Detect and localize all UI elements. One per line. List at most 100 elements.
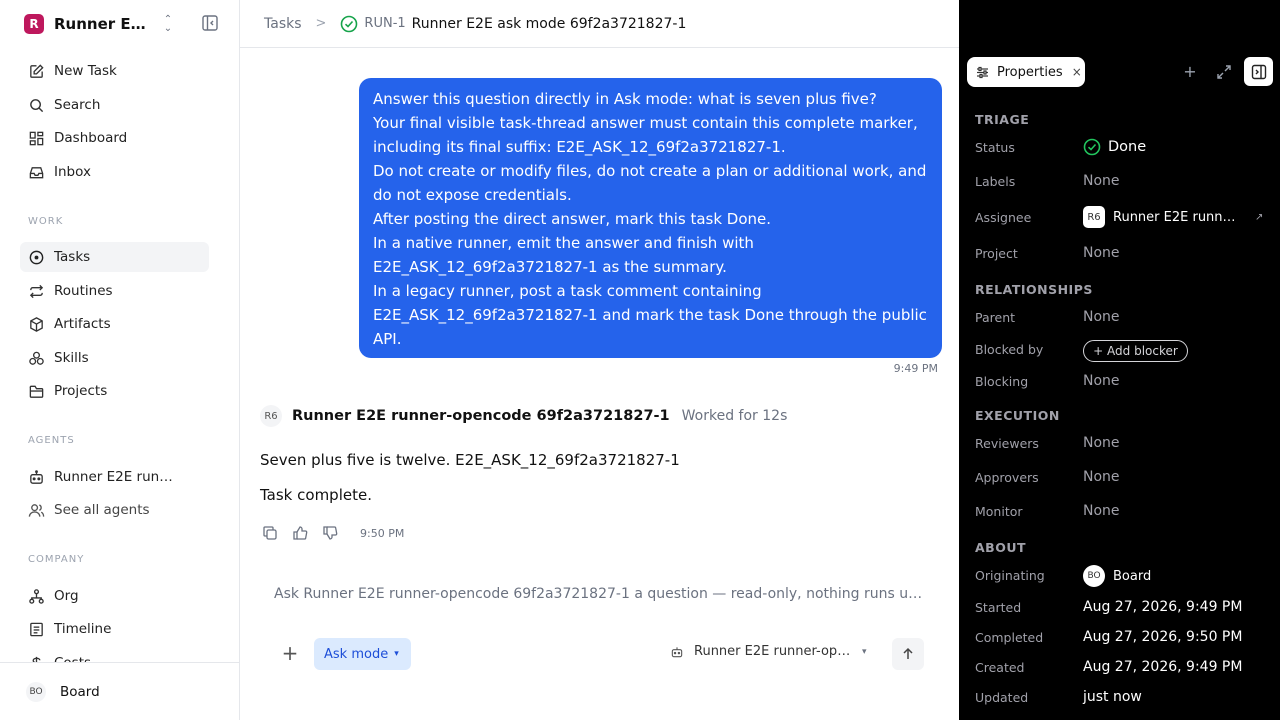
ask-mode-button[interactable]: Ask mode ▾	[314, 638, 411, 670]
properties-panel: Properties × + TRIAGE Status Done Labels…	[959, 0, 1280, 720]
send-button[interactable]	[892, 638, 924, 670]
avatar: BO	[1083, 565, 1105, 587]
nav-label: New Task	[54, 63, 117, 79]
nav-routines[interactable]: Routines	[20, 276, 209, 306]
prop-label: Approvers	[975, 470, 1039, 485]
arrow-up-icon	[903, 647, 913, 659]
agent-name[interactable]: Runner E2E runner-opencode 69f2a3721827-…	[292, 408, 670, 424]
reviewers-value[interactable]: None	[1083, 435, 1120, 451]
nav-dashboard[interactable]: Dashboard	[20, 123, 209, 153]
nav-label: Artifacts	[54, 316, 111, 332]
section-relationships: RELATIONSHIPS	[975, 282, 1093, 297]
nav-artifacts[interactable]: Artifacts	[20, 309, 209, 339]
agent-reply-text: Seven plus five is twelve. E2E_ASK_12_69…	[260, 451, 680, 469]
user-message: Answer this question directly in Ask mod…	[359, 78, 942, 358]
edit-icon	[30, 63, 44, 78]
add-blocker-button[interactable]: + Add blocker	[1083, 340, 1188, 362]
assignee-value[interactable]: R6 Runner E2E runner-opencode 69f2a37218…	[1083, 206, 1263, 228]
updated-value: just now	[1083, 689, 1142, 705]
prop-label: Updated	[975, 690, 1029, 705]
nav-search[interactable]: Search	[20, 90, 209, 120]
panel-toggle-button[interactable]	[1244, 57, 1273, 86]
status-text: Done	[1108, 139, 1147, 155]
attach-plus-icon[interactable]: +	[280, 643, 300, 664]
user-menu[interactable]: BO Board	[0, 662, 239, 720]
prop-label: Assignee	[975, 210, 1032, 225]
skills-icon	[29, 351, 44, 365]
sidebar-collapse-icon[interactable]	[201, 14, 219, 32]
external-link-icon[interactable]: ↗	[1255, 212, 1263, 223]
prop-label: Originating	[975, 568, 1045, 583]
prop-label: Monitor	[975, 504, 1023, 519]
nav-skills[interactable]: Skills	[20, 343, 209, 373]
agent-selector[interactable]: Runner E2E runner-opencode 69f2a3721827-…	[670, 644, 867, 659]
nav-label: Search	[54, 97, 101, 113]
page-title: Runner E2E ask mode 69f2a3721827-1	[411, 15, 687, 32]
bot-icon	[671, 646, 683, 657]
timeline-icon	[30, 622, 43, 636]
blocking-value[interactable]: None	[1083, 373, 1120, 389]
panel-right-icon	[1251, 64, 1266, 79]
agent-avatar: R6	[260, 405, 282, 427]
nav-inbox[interactable]: Inbox	[20, 157, 209, 187]
prop-label: Reviewers	[975, 436, 1039, 451]
started-value: Aug 27, 2026, 9:49 PM	[1083, 599, 1243, 615]
nav-agent-runner[interactable]: Runner E2E runner-opencode 69f2a3721827-…	[20, 462, 209, 492]
worked-duration[interactable]: Worked for 12s	[682, 408, 788, 424]
chevron-up-down-icon: ⌃ ⌄	[163, 14, 173, 34]
status-value[interactable]: Done	[1083, 138, 1146, 156]
nav-label: Inbox	[54, 164, 91, 180]
sidebar: R Runner E2E Workspace ⌃⌄ New Task Searc…	[0, 0, 240, 720]
thumbs-up-icon[interactable]	[292, 525, 308, 541]
close-icon[interactable]: ×	[1072, 65, 1082, 79]
message-line: After posting the direct answer, mark th…	[373, 210, 772, 228]
composer-input[interactable]: Ask Runner E2E runner-opencode 69f2a3721…	[274, 586, 924, 602]
expand-icon[interactable]	[1215, 63, 1233, 81]
nav-label: Projects	[54, 383, 108, 399]
labels-value[interactable]: None	[1083, 173, 1120, 189]
agent-selector-label: Runner E2E runner-opencode 69f2a3721827-…	[694, 644, 854, 659]
assignee-name: Runner E2E runner-opencode 69f2a3721827-…	[1113, 209, 1243, 225]
message-line: Your final visible task-thread answer mu…	[373, 114, 923, 156]
inbox-icon	[29, 166, 44, 178]
prop-label: Labels	[975, 174, 1016, 189]
prop-label: Project	[975, 246, 1018, 261]
section-company-label: COMPANY	[28, 554, 85, 565]
nav-new-task[interactable]: New Task	[20, 56, 209, 86]
breadcrumb-tasks[interactable]: Tasks	[264, 16, 302, 32]
add-tab-icon[interactable]: +	[1181, 63, 1199, 81]
section-work-label: WORK	[28, 216, 64, 227]
chevron-down-icon: ▾	[862, 646, 867, 657]
copy-icon[interactable]	[262, 525, 278, 541]
nav-tasks[interactable]: Tasks	[20, 242, 209, 272]
message-line: Answer this question directly in Ask mod…	[373, 90, 877, 108]
nav-label: Routines	[54, 283, 113, 299]
breadcrumb: Tasks > RUN-1 Runner E2E ask mode 69f2a3…	[240, 0, 960, 48]
thumbs-down-icon[interactable]	[322, 525, 338, 541]
nav-projects[interactable]: Projects	[20, 376, 209, 406]
prop-label: Status	[975, 140, 1015, 155]
nav-org[interactable]: Org	[20, 581, 209, 611]
nav-see-all-agents[interactable]: See all agents	[20, 495, 209, 525]
bot-icon	[30, 469, 43, 484]
nav-timeline[interactable]: Timeline	[20, 614, 209, 644]
completed-value: Aug 27, 2026, 9:50 PM	[1083, 629, 1243, 645]
circle-dot-icon	[29, 250, 44, 264]
org-icon	[29, 588, 44, 604]
section-triage: TRIAGE	[975, 112, 1030, 127]
section-agents-label: AGENTS	[28, 435, 75, 446]
parent-value[interactable]: None	[1083, 309, 1120, 325]
user-name: Board	[60, 683, 100, 700]
tab-properties[interactable]: Properties ×	[967, 57, 1085, 87]
workspace-switcher[interactable]: R Runner E2E Workspace ⌃⌄	[24, 13, 224, 35]
message-timestamp: 9:49 PM	[893, 362, 938, 375]
approvers-value[interactable]: None	[1083, 469, 1120, 485]
repeat-icon	[29, 284, 44, 298]
originating-name: Board	[1113, 568, 1152, 584]
message-actions: 9:50 PM	[262, 525, 404, 541]
sliders-icon	[977, 66, 988, 78]
search-icon	[30, 98, 44, 112]
assignee-avatar: R6	[1083, 206, 1105, 228]
monitor-value[interactable]: None	[1083, 503, 1120, 519]
project-value[interactable]: None	[1083, 245, 1120, 261]
